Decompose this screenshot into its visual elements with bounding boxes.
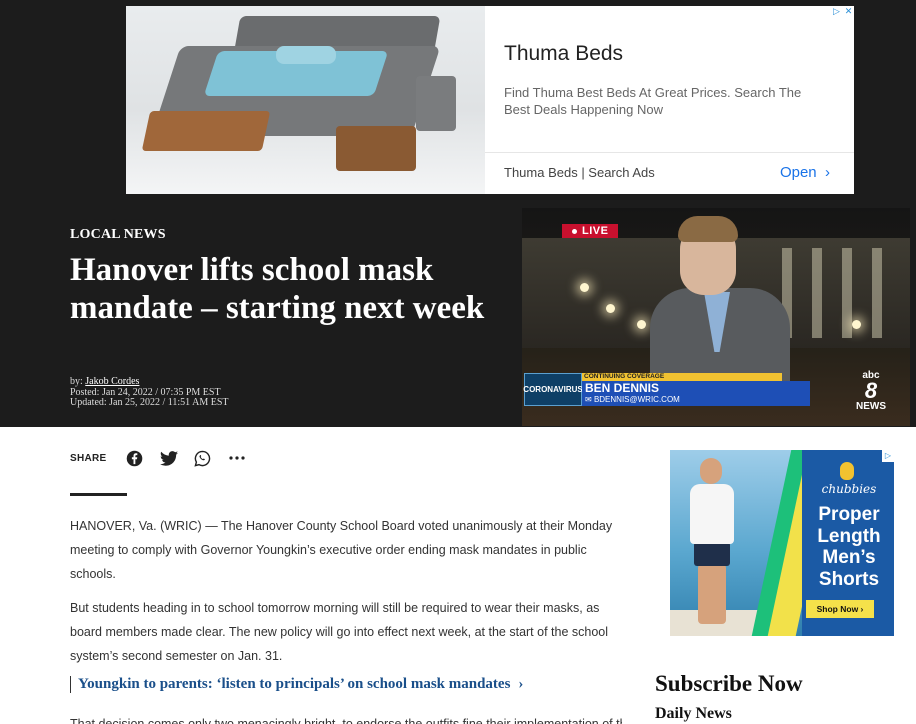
chevron-right-icon: › xyxy=(820,164,830,181)
ad-description[interactable]: Find Thuma Best Beds At Great Prices. Se… xyxy=(504,84,824,118)
abc8-news-logo: abc 8 NEWS xyxy=(844,370,898,412)
paragraph: HANOVER, Va. (WRIC) — The Hanover County… xyxy=(70,519,613,581)
ad-model-legs xyxy=(698,564,726,624)
ad-headline-line: Men’s xyxy=(822,547,876,568)
shop-now-button[interactable]: Shop Now › xyxy=(806,600,874,618)
video-player[interactable]: LIVE CORONAVIRUS CONTINUING COVERAGE BEN… xyxy=(522,208,910,426)
reporter-email: ✉ BDENNIS@WRIC.COM xyxy=(585,395,810,404)
street-light xyxy=(852,320,861,329)
article-body: HANOVER, Va. (WRIC) — The Hanover County… xyxy=(70,514,622,678)
chevron-right-icon: › xyxy=(518,676,524,692)
street-light xyxy=(606,304,615,313)
ad-image-storage-bed[interactable] xyxy=(126,6,485,194)
reporter-nameplate: BEN DENNIS ✉ BDENNIS@WRIC.COM xyxy=(582,381,810,406)
logo-number: 8 xyxy=(864,378,878,403)
bed-pillow xyxy=(276,46,336,64)
ad-source: Thuma Beds | Search Ads xyxy=(504,165,655,180)
ad-footer: Thuma Beds | Search Ads Open › xyxy=(485,152,854,194)
ad-model-shirt xyxy=(690,484,734,544)
mail-icon: ✉ xyxy=(585,395,594,404)
byline: by: Jakob Cordes Posted: Jan 24, 2022 / … xyxy=(70,376,229,409)
building-column xyxy=(842,248,852,338)
ad-model-shorts xyxy=(694,542,730,566)
bed-side-drawer xyxy=(336,126,416,171)
author-link[interactable]: Jakob Cordes xyxy=(85,376,139,387)
reporter-hair xyxy=(678,216,738,242)
ad-choices-icon[interactable]: ▷ xyxy=(882,450,894,462)
coverage-strip: CONTINUING COVERAGE xyxy=(582,373,782,381)
daily-news-label: Daily News xyxy=(655,705,732,722)
street-light xyxy=(580,283,589,292)
ad-headline-line: Shorts xyxy=(818,568,880,590)
updated-date: Updated: Jan 25, 2022 / 11:51 AM EST xyxy=(70,397,229,408)
reporter-email-text: BDENNIS@WRIC.COM xyxy=(593,395,680,404)
related-link-text: Youngkin to parents: ‘listen to principa… xyxy=(78,676,511,692)
building-column xyxy=(872,248,882,338)
ad-info-icon[interactable]: ▷ xyxy=(831,6,842,17)
top-advertisement[interactable]: ▷ ✕ Thuma Beds Find Thuma Best Beds At G… xyxy=(126,6,854,194)
bed-drawer xyxy=(141,111,271,151)
logo-news: NEWS xyxy=(856,401,886,412)
page-title: Hanover lifts school mask mandate – star… xyxy=(70,252,485,326)
building-column xyxy=(812,248,822,338)
street-light xyxy=(637,320,646,329)
ad-close-icon[interactable]: ✕ xyxy=(843,6,854,17)
byline-prefix: by: xyxy=(70,376,86,387)
twitter-icon[interactable] xyxy=(159,448,179,468)
reporter-name: BEN DENNIS xyxy=(585,381,660,395)
topic-label: CORONAVIRUS xyxy=(523,373,583,406)
ad-title[interactable]: Thuma Beds xyxy=(504,42,623,66)
ad-text-panel[interactable]: ▷ ✕ Thuma Beds Find Thuma Best Beds At G… xyxy=(485,6,854,194)
whatsapp-icon[interactable] xyxy=(193,448,213,468)
ad-model-head xyxy=(700,458,722,484)
share-bar: SHARE xyxy=(70,448,261,468)
ad-headline-line: Length xyxy=(817,525,881,547)
ad-headline: Proper Length Men’s Shorts xyxy=(804,504,894,590)
category-kicker[interactable]: LOCAL NEWS xyxy=(70,227,166,243)
pineapple-icon xyxy=(840,462,854,480)
bed-stool xyxy=(416,76,456,131)
author-line: by: Jakob Cordes xyxy=(70,376,229,388)
ad-headline-line: Proper xyxy=(818,504,880,525)
ad-open-button[interactable]: Open › xyxy=(780,164,830,181)
sidebar-advertisement[interactable]: chubbies Proper Length Men’s Shorts Shop… xyxy=(670,450,894,636)
related-article-link[interactable]: Youngkin to parents: ‘listen to principa… xyxy=(70,676,630,693)
ad-brand: chubbies xyxy=(821,482,877,496)
share-label: SHARE xyxy=(70,452,107,464)
ad-choices-icon[interactable]: ▷ ✕ xyxy=(830,6,854,19)
ad-open-label: Open xyxy=(779,164,817,181)
subscribe-heading: Subscribe Now xyxy=(655,671,803,696)
paragraph-cutoff: That decision comes only two menacingly … xyxy=(70,717,622,724)
paragraph: But students heading in to school tomorr… xyxy=(70,601,609,663)
facebook-icon[interactable] xyxy=(125,448,145,468)
live-badge: LIVE xyxy=(562,224,619,238)
divider xyxy=(70,493,127,496)
more-icon[interactable] xyxy=(227,448,247,468)
